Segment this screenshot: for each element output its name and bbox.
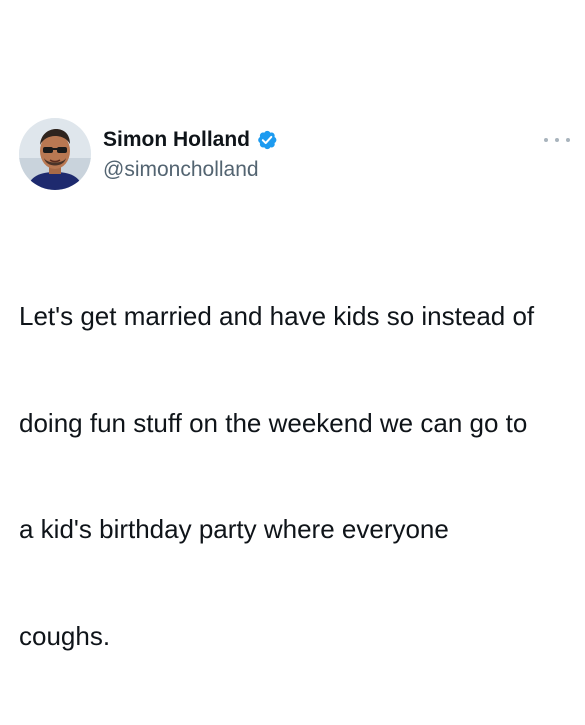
avatar[interactable] xyxy=(19,118,91,190)
tweet-card: Simon Holland @simoncholland Let's get m… xyxy=(0,0,585,651)
more-options-icon[interactable] xyxy=(544,133,570,147)
tweet-text-line: doing fun stuff on the weekend we can go… xyxy=(19,407,528,438)
avatar-image xyxy=(19,118,91,190)
dot xyxy=(566,138,570,142)
tweet-text: Let's get married and have kids so inste… xyxy=(19,228,574,725)
tweet-text-line: coughs. xyxy=(19,620,111,651)
display-name[interactable]: Simon Holland xyxy=(103,128,250,152)
name-row: Simon Holland xyxy=(103,126,278,154)
tweet-text-line: Let's get married and have kids so inste… xyxy=(19,301,535,331)
user-handle[interactable]: @simoncholland xyxy=(103,158,259,182)
dot xyxy=(544,138,548,142)
verified-badge-icon xyxy=(256,129,278,151)
dot xyxy=(555,138,559,142)
tweet-text-line: a kid's birthday party where everyone xyxy=(19,514,449,544)
